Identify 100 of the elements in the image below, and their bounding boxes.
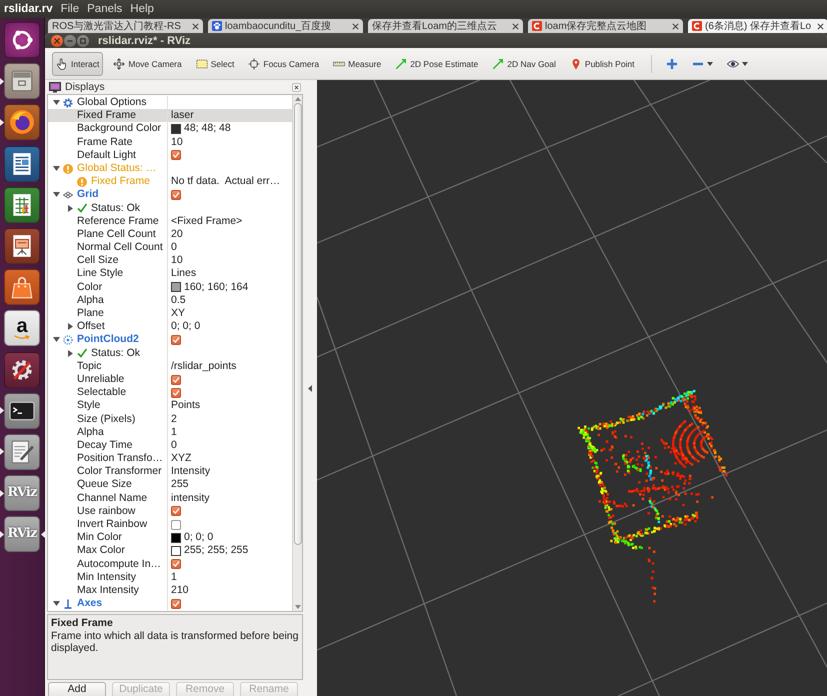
tree-row[interactable]: Autocompute In…: [48, 558, 292, 571]
caret-down-icon[interactable]: [53, 166, 60, 172]
caret-right-icon[interactable]: [68, 323, 73, 330]
checkbox[interactable]: [171, 506, 181, 516]
launcher-button[interactable]: [4, 434, 40, 470]
caret-down-icon[interactable]: [53, 337, 60, 342]
tree-row[interactable]: Axes: [48, 597, 292, 610]
tree-row[interactable]: Line Style Lines: [48, 267, 292, 281]
launcher-button[interactable]: [4, 186, 40, 223]
menu-item[interactable]: Help: [130, 3, 154, 15]
maximize-button[interactable]: [77, 34, 89, 46]
tree-row[interactable]: Queue Size 255: [48, 478, 292, 492]
tree-row[interactable]: Min Color 0; 0; 0: [48, 531, 292, 544]
tree-row[interactable]: Decay Time 0: [48, 438, 292, 452]
browser-tab[interactable]: (6条消息) 保存并查看Lo: [688, 19, 827, 33]
nav-goal-tool-button[interactable]: 2D Nav Goal: [488, 52, 560, 76]
tree-row[interactable]: Status: Ok: [48, 202, 292, 215]
interact-tool-button[interactable]: Interact: [52, 52, 104, 76]
checkbox[interactable]: [171, 559, 181, 570]
checkbox[interactable]: [171, 520, 181, 530]
pose-estimate-tool-button[interactable]: 2D Pose Estimate: [391, 52, 482, 76]
browser-tab[interactable]: loambaocunditu_百度搜: [208, 19, 363, 33]
scroll-up-arrow-icon[interactable]: [294, 97, 300, 101]
launcher-button[interactable]: [4, 228, 40, 264]
checkbox[interactable]: [171, 334, 181, 345]
browser-tab[interactable]: 保存并查看Loam的三维点云: [368, 19, 523, 33]
tree-row[interactable]: PointCloud2: [48, 333, 292, 347]
collapse-arrow-icon[interactable]: [308, 384, 312, 392]
tree-row[interactable]: Fixed Frame No tf data. Actual err…: [48, 175, 292, 188]
caret-right-icon[interactable]: [68, 350, 73, 357]
launcher-button[interactable]: [4, 22, 40, 58]
measure-tool-button[interactable]: Measure: [329, 52, 386, 76]
panel-button[interactable]: Add: [48, 682, 106, 696]
caret-down-icon[interactable]: [53, 601, 60, 606]
tree-row[interactable]: Alpha 0.5: [48, 294, 292, 307]
tree-row[interactable]: Default Light: [48, 148, 292, 162]
caret-down-icon[interactable]: [53, 192, 60, 198]
tree-row[interactable]: Reference Frame <Fixed Frame>: [48, 214, 292, 228]
close-button[interactable]: [51, 34, 63, 46]
tree-row[interactable]: Use rainbow: [48, 504, 292, 518]
tree-row[interactable]: Cell Size 10: [48, 254, 292, 268]
property-value: /rslidar_points: [171, 360, 236, 373]
minimize-button[interactable]: [64, 34, 76, 46]
checkbox[interactable]: [171, 388, 181, 398]
point-cloud-icon: [63, 334, 73, 345]
close-icon[interactable]: [817, 22, 824, 30]
tree-row[interactable]: Fixed Frame laser: [48, 109, 292, 122]
browser-tab[interactable]: ROS与激光雷达入门教程-RS: [48, 19, 203, 33]
launcher-button[interactable]: a: [4, 310, 40, 346]
checkbox[interactable]: [171, 598, 181, 609]
tree-row[interactable]: Color Transformer Intensity: [48, 465, 292, 478]
tree-row[interactable]: Status: Ok: [48, 346, 292, 360]
scrollbar[interactable]: [292, 95, 302, 611]
scroll-down-arrow-icon[interactable]: [294, 605, 300, 609]
launcher-button[interactable]: [4, 63, 40, 100]
launcher-button[interactable]: [4, 146, 40, 182]
tree-row[interactable]: Size (Pixels) 2: [48, 412, 292, 426]
caret-down-icon[interactable]: [53, 100, 60, 106]
focus-camera-tool-button[interactable]: Focus Camera: [244, 52, 324, 76]
publish-point-tool-button[interactable]: Publish Point: [566, 52, 639, 76]
checkbox[interactable]: [171, 374, 181, 385]
launcher-button[interactable]: [4, 352, 40, 388]
checkbox[interactable]: [171, 150, 181, 160]
launcher-button[interactable]: [4, 269, 40, 306]
move-camera-tool-button[interactable]: Move Camera: [109, 52, 186, 76]
close-icon[interactable]: [352, 22, 359, 30]
menu-item[interactable]: File: [60, 3, 80, 15]
property-value: 2: [171, 412, 177, 426]
close-icon[interactable]: [672, 22, 679, 30]
tree-row[interactable]: Max Intensity 210: [48, 584, 292, 598]
tree-row[interactable]: Channel Name intensity: [48, 492, 292, 505]
tree-row[interactable]: Grid: [48, 188, 292, 202]
tree-row[interactable]: Alpha 1: [48, 426, 292, 439]
browser-tab[interactable]: loam保存完整点云地图: [528, 19, 683, 33]
close-button[interactable]: [292, 82, 301, 92]
tree-row[interactable]: Max Color 255; 255; 255: [48, 544, 292, 558]
caret-right-icon[interactable]: [68, 204, 73, 212]
tree-row[interactable]: Color 160; 160; 164: [48, 280, 292, 294]
checkbox[interactable]: [171, 190, 181, 200]
tree-row[interactable]: Invert Rainbow: [48, 518, 292, 532]
tree-row[interactable]: Plane Cell Count 20: [48, 228, 292, 242]
tree-row[interactable]: Selectable: [48, 386, 292, 400]
tree-row[interactable]: Offset 0; 0; 0: [48, 320, 292, 334]
tree-row[interactable]: Unreliable: [48, 372, 292, 386]
close-icon[interactable]: [192, 22, 199, 30]
tree-row[interactable]: Plane XY: [48, 307, 292, 320]
launcher-button[interactable]: [4, 392, 40, 429]
tree-row[interactable]: Background Color 48; 48; 48: [48, 122, 292, 136]
scrollbar-thumb[interactable]: [294, 103, 302, 545]
menu-item[interactable]: Panels: [87, 3, 122, 15]
tree-row[interactable]: Topic /rslidar_points: [48, 360, 292, 373]
render-view[interactable]: [317, 80, 827, 696]
tree-row[interactable]: Normal Cell Count 0: [48, 241, 292, 254]
select-tool-button[interactable]: Select: [192, 52, 238, 76]
tree-row[interactable]: Position Transfo… XYZ: [48, 452, 292, 466]
tree-row[interactable]: Min Intensity 1: [48, 570, 292, 584]
launcher-button[interactable]: [4, 104, 40, 140]
tree-row[interactable]: Frame Rate 10: [48, 136, 292, 149]
close-icon[interactable]: [512, 22, 519, 30]
tree-row[interactable]: Style Points: [48, 399, 292, 412]
